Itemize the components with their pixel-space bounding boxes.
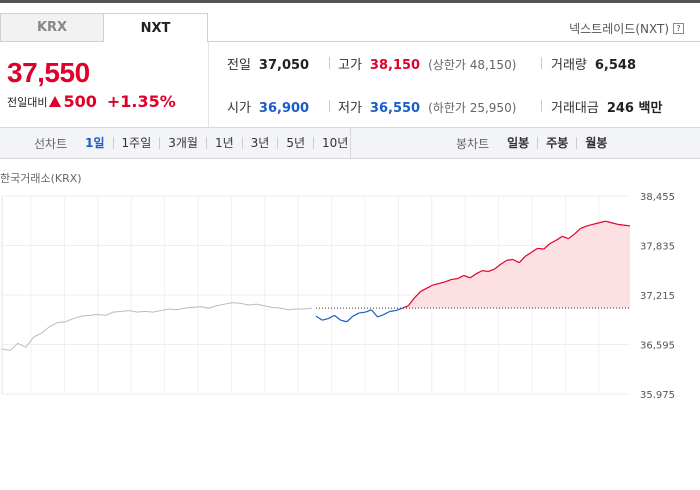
down-segment xyxy=(359,311,366,314)
stat-label: 거래량 xyxy=(551,58,587,73)
change-label: 전일대비 xyxy=(7,95,48,109)
nxt-exchange-label: 넥스트레이드(NXT) ? xyxy=(569,20,684,37)
current-price: 37,550 xyxy=(7,57,90,88)
candle-weekly[interactable]: 주봉 xyxy=(537,137,576,149)
line-chart-label: 선차트 xyxy=(34,136,68,151)
period-5y[interactable]: 5년 xyxy=(277,137,313,149)
tabs-divider xyxy=(208,41,700,42)
stat-label: 전일 xyxy=(227,58,251,73)
down-segment xyxy=(334,314,341,321)
lower-limit: (하한가 25,950) xyxy=(428,101,517,115)
up-segment xyxy=(506,258,514,261)
stat-high: 고가 38,150 (상한가 48,150) xyxy=(338,54,516,73)
y-tick-label: 37,215 xyxy=(640,291,675,302)
help-icon[interactable]: ? xyxy=(673,23,684,34)
stat-separator xyxy=(541,57,542,69)
y-tick-label: 35,975 xyxy=(640,390,675,398)
stat-volume: 거래량 6,548 xyxy=(551,54,636,73)
down-segment xyxy=(352,312,360,317)
down-segment xyxy=(340,319,347,323)
tab-nxt[interactable]: NXT xyxy=(104,13,208,42)
tab-krx[interactable]: KRX xyxy=(0,13,104,42)
stat-value: 6,548 xyxy=(594,58,637,73)
stat-value: 246 백만 xyxy=(606,101,663,116)
down-segment xyxy=(383,310,391,316)
y-tick-label: 38,455 xyxy=(640,192,675,203)
down-segment xyxy=(346,315,354,323)
period-1d[interactable]: 1일 xyxy=(77,137,112,149)
down-segment xyxy=(395,307,403,312)
stat-low: 저가 36,550 (하한가 25,950) xyxy=(338,97,516,116)
period-1y[interactable]: 1년 xyxy=(205,137,242,149)
candle-chart-label: 봉차트 xyxy=(456,136,490,151)
nxt-exchange-text: 넥스트레이드(NXT) xyxy=(569,22,669,36)
down-segment xyxy=(370,309,379,318)
up-triangle-icon xyxy=(49,96,62,107)
period-3m[interactable]: 3개월 xyxy=(159,137,206,149)
stat-prev-close: 전일 37,050 xyxy=(227,54,309,73)
stat-separator xyxy=(329,57,330,69)
market-tabs: KRX NXT xyxy=(0,13,208,42)
prior-series-line xyxy=(1,302,313,352)
stat-separator xyxy=(329,100,330,112)
period-3y[interactable]: 3년 xyxy=(241,137,278,149)
up-segment xyxy=(623,224,631,227)
intraday-price-chart: 38,455 37,835 37,215 36,595 35,975 xyxy=(1,192,675,398)
down-segment xyxy=(322,317,329,321)
stat-open: 시가 36,900 xyxy=(227,97,309,116)
up-segment xyxy=(617,223,624,226)
candle-monthly[interactable]: 월봉 xyxy=(576,137,615,149)
stat-label: 거래대금 xyxy=(551,101,599,116)
down-segment xyxy=(365,309,372,313)
top-rule xyxy=(0,0,700,3)
line-chart-periods: 선차트 1일 1주일 3개월 1년 3년 5년 10년 xyxy=(34,128,356,158)
change-value: 500 xyxy=(63,92,97,111)
candle-chart-periods: 봉차트 일봉 주봉 월봉 xyxy=(456,128,615,158)
stat-label: 시가 xyxy=(227,101,251,116)
down-segment xyxy=(315,315,323,321)
y-tick-label: 36,595 xyxy=(640,341,675,352)
stat-label: 고가 xyxy=(338,58,362,73)
stat-separator xyxy=(541,100,542,112)
price-divider xyxy=(208,42,209,127)
change-percent: +1.35% xyxy=(106,92,176,111)
stat-value: 37,050 xyxy=(258,58,310,73)
price-change: 전일대비 500 +1.35% xyxy=(7,92,176,111)
y-tick-label: 37,835 xyxy=(640,242,675,253)
stat-value: 36,550 xyxy=(369,101,421,116)
chart-y-axis: 38,455 37,835 37,215 36,595 35,975 xyxy=(640,192,675,398)
candle-daily[interactable]: 일봉 xyxy=(499,137,537,149)
down-segment xyxy=(389,309,397,312)
stat-label: 저가 xyxy=(338,101,362,116)
stat-value: 36,900 xyxy=(258,101,310,116)
upper-limit: (상한가 48,150) xyxy=(428,58,517,72)
period-1w[interactable]: 1주일 xyxy=(112,137,160,149)
toolbar-divider xyxy=(350,128,351,158)
up-segment xyxy=(482,270,489,273)
stat-amount: 거래대금 246 백만 xyxy=(551,97,662,116)
stat-value: 38,150 xyxy=(369,58,421,73)
down-segment xyxy=(377,314,384,318)
up-segment xyxy=(451,278,458,281)
chart-toolbar: 선차트 1일 1주일 3개월 1년 3년 5년 10년 봉차트 일봉 주봉 월봉 xyxy=(0,127,700,159)
up-segment xyxy=(537,247,544,250)
